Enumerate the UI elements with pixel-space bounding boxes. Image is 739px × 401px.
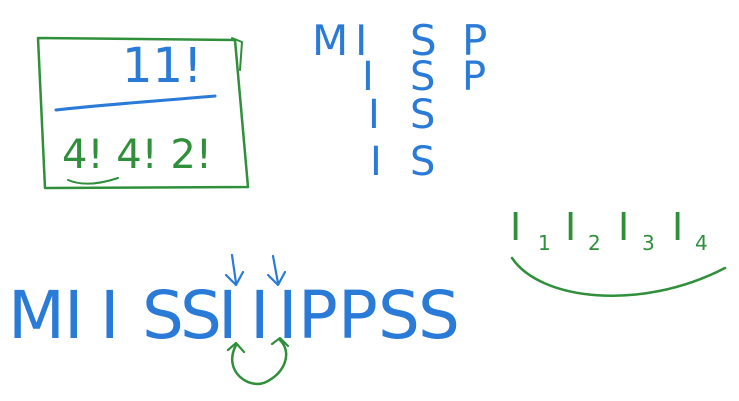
word-letter-10: P <box>338 277 378 354</box>
word-row: M I I S S I I I P P S S <box>8 253 460 386</box>
fraction-denominator: 4! 4! 2! <box>62 132 212 178</box>
fraction-bar <box>54 94 217 112</box>
letter-table-row-3-col-2: S <box>410 92 435 138</box>
subscript-item-4-sub: 4 <box>695 231 708 255</box>
letter-table-row-1-col-1: M <box>312 16 348 65</box>
word-letter-12: S <box>418 277 460 354</box>
fraction-numerator: 11! <box>122 38 202 94</box>
letter-table-row-2-col-3: P <box>462 54 486 100</box>
subscript-item-1-base: I <box>510 205 521 249</box>
letter-table-row-4-col-1: I <box>370 139 382 185</box>
fraction-box: 11! 4! 4! 2! <box>36 36 250 190</box>
letter-table-row-4-col-2: S <box>410 139 435 185</box>
subscript-item-1-sub: 1 <box>538 231 551 255</box>
subscript-group: I 1 I 2 I 3 I 4 <box>510 205 727 298</box>
subscript-item-2-sub: 2 <box>588 231 601 255</box>
subscript-item-3-sub: 3 <box>642 231 655 255</box>
word-letter-2: I <box>64 277 83 354</box>
whiteboard-canvas: 11! 4! 4! 2! M I S P I S P I S I S I 1 I… <box>8 16 727 386</box>
subscript-brace <box>510 256 727 298</box>
letter-table-row-3-col-1: I <box>368 92 380 138</box>
word-letter-6: I <box>218 277 237 354</box>
word-letter-4: S <box>142 277 184 354</box>
word-letter-11: S <box>378 277 420 354</box>
word-letter-3: I <box>100 277 119 354</box>
word-letter-9: P <box>298 277 338 354</box>
subscript-item-3-base: I <box>618 205 629 249</box>
word-letter-7: I <box>250 277 269 354</box>
word-letter-1: M <box>8 277 65 354</box>
subscript-item-4-base: I <box>672 205 683 249</box>
letter-table: M I S P I S P I S I S <box>312 16 487 185</box>
word-letter-5: S <box>180 277 222 354</box>
subscript-item-2-base: I <box>565 205 576 249</box>
denominator-underline <box>67 177 119 185</box>
